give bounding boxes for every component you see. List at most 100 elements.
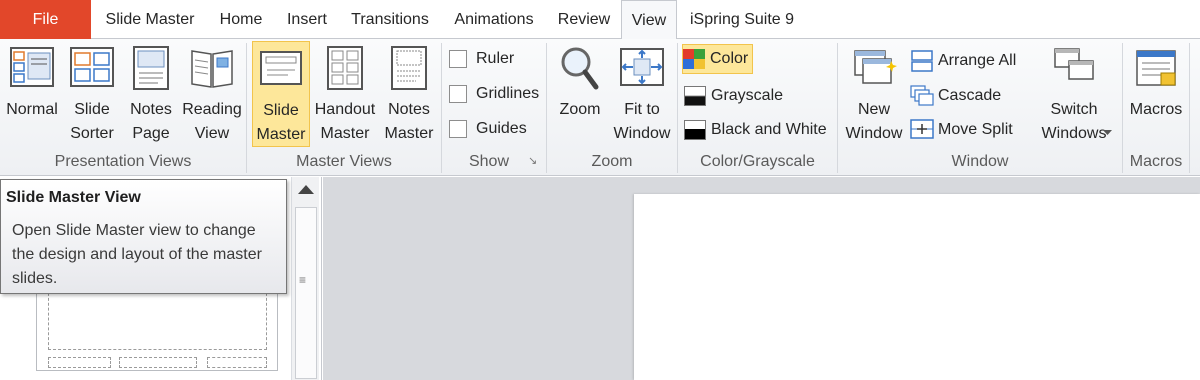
macros-button[interactable]: Macros (1127, 41, 1185, 147)
gridlines-checkbox[interactable]: Gridlines (449, 79, 539, 109)
handout-master-label: Handout Master (314, 101, 376, 142)
thumbnail-placeholder (48, 288, 267, 350)
grayscale-swatch-icon (684, 86, 706, 106)
reading-view-label: Reading View (182, 101, 242, 142)
reading-view-icon (191, 50, 233, 88)
checkbox-box[interactable] (449, 50, 467, 68)
notes-master-icon (391, 46, 427, 90)
thumbnail-footer-text (119, 357, 197, 368)
reading-view-button[interactable]: Reading View (182, 41, 242, 147)
ruler-checkbox[interactable]: Ruler (449, 44, 514, 74)
move-split-button[interactable]: Move Split (910, 115, 1013, 145)
group-label-show: Show (468, 153, 510, 170)
color-swatch-icon (683, 49, 705, 69)
normal-view-button[interactable]: Normal (3, 41, 61, 147)
fit-to-window-button[interactable]: Fit to Window (611, 41, 673, 147)
zoom-label: Zoom (559, 101, 601, 118)
cascade-button[interactable]: Cascade (910, 81, 1001, 111)
notes-master-button[interactable]: Notes Master (380, 41, 438, 147)
group-label-color-grayscale: Color/Grayscale (700, 153, 815, 170)
slide-master-label: Slide Master (256, 102, 306, 143)
fit-to-window-label: Fit to Window (613, 101, 671, 142)
checkbox-box[interactable] (449, 120, 467, 138)
group-presentation-views: Normal Slide Sorter Notes Page Reading V… (0, 39, 246, 176)
group-macros: Macros Macros (1123, 39, 1189, 176)
guides-label: Guides (476, 120, 527, 137)
group-master-views: Slide Master Handout Master Notes Master… (247, 39, 441, 176)
scrollbar-grip-icon: ≡ (299, 273, 307, 287)
normal-view-label: Normal (6, 101, 58, 118)
slide-master-icon (260, 51, 302, 85)
slide-layout-thumbnail[interactable] (36, 281, 278, 371)
slide-master-button[interactable]: Slide Master (252, 41, 310, 147)
group-label-zoom: Zoom (591, 153, 633, 170)
thumbnail-footer-date (48, 357, 111, 368)
macros-icon (1136, 50, 1176, 86)
handout-master-button[interactable]: Handout Master (314, 41, 376, 147)
new-window-icon (854, 50, 897, 84)
switch-windows-icon (1054, 48, 1094, 80)
color-button[interactable]: Color (682, 44, 754, 74)
fit-to-window-icon (620, 48, 664, 86)
grayscale-label: Grayscale (711, 87, 784, 104)
scrollbar-thumb[interactable] (295, 207, 317, 379)
tab-insert[interactable]: Insert (276, 0, 338, 39)
tab-review[interactable]: Review (548, 0, 620, 39)
arrange-all-label: Arrange All (938, 52, 1017, 69)
tooltip-title: Slide Master View (6, 189, 141, 206)
handout-master-icon (327, 46, 363, 90)
black-and-white-swatch-icon (684, 120, 706, 140)
switch-windows-button[interactable]: Switch Windows (1034, 41, 1114, 147)
move-split-icon (910, 119, 934, 139)
notes-page-icon (133, 46, 169, 90)
tab-ispring-suite[interactable]: iSpring Suite 9 (680, 0, 804, 39)
group-label-window: Window (951, 153, 1009, 170)
new-window-button[interactable]: New Window (844, 41, 904, 147)
guides-checkbox[interactable]: Guides (449, 114, 527, 144)
black-and-white-button[interactable]: Black and White (684, 115, 827, 145)
ruler-label: Ruler (476, 50, 515, 67)
slide-canvas[interactable] (634, 194, 1200, 380)
thumbnail-footer-number (207, 357, 267, 368)
black-and-white-label: Black and White (711, 121, 827, 138)
new-window-label: New Window (845, 101, 903, 142)
slide-sorter-button[interactable]: Slide Sorter (64, 41, 120, 147)
tooltip: Slide Master View Open Slide Master view… (0, 179, 287, 294)
notes-page-button[interactable]: Notes Page (123, 41, 179, 147)
magnifier-icon (561, 47, 599, 90)
group-show: Ruler Gridlines Guides Show ↘ (442, 39, 546, 176)
group-separator (1189, 43, 1190, 173)
group-label-master-views: Master Views (296, 153, 392, 170)
color-label: Color (710, 50, 749, 67)
zoom-button[interactable]: Zoom (553, 41, 607, 147)
group-label-presentation-views: Presentation Views (54, 153, 192, 170)
macros-label: Macros (1129, 101, 1183, 118)
move-split-label: Move Split (938, 121, 1013, 138)
tab-transitions[interactable]: Transitions (340, 0, 440, 39)
tab-view[interactable]: View (621, 0, 677, 40)
checkbox-box[interactable] (449, 85, 467, 103)
dialog-launcher-icon[interactable]: ↘ (528, 154, 537, 167)
tab-slide-master[interactable]: Slide Master (94, 0, 206, 39)
normal-view-icon (10, 47, 54, 87)
group-zoom: Zoom Fit to Window Zoom (547, 39, 677, 176)
tab-file[interactable]: File (0, 0, 91, 39)
gridlines-label: Gridlines (476, 85, 540, 102)
scroll-up-arrow-icon[interactable] (298, 185, 314, 194)
tab-animations[interactable]: Animations (442, 0, 546, 39)
ribbon: Normal Slide Sorter Notes Page Reading V… (0, 39, 1200, 176)
arrange-all-button[interactable]: Arrange All (910, 46, 1016, 76)
grayscale-button[interactable]: Grayscale (684, 81, 783, 111)
ribbon-tab-bar: File Slide Master Home Insert Transition… (0, 0, 1200, 40)
thumbnail-scrollbar[interactable]: ≡ (291, 177, 319, 380)
dropdown-arrow-icon (1103, 130, 1112, 135)
tab-home[interactable]: Home (208, 0, 274, 39)
tooltip-body: Open Slide Master view to change the des… (12, 222, 262, 287)
cascade-icon (910, 85, 934, 106)
notes-master-label: Notes Master (384, 101, 434, 142)
cascade-label: Cascade (938, 87, 1002, 104)
switch-windows-label: Switch Windows (1041, 101, 1107, 142)
group-window: New Window Arrange All Cascade Move Spli… (838, 39, 1122, 176)
slide-sorter-label: Slide Sorter (70, 101, 114, 142)
arrange-all-icon (911, 50, 933, 72)
